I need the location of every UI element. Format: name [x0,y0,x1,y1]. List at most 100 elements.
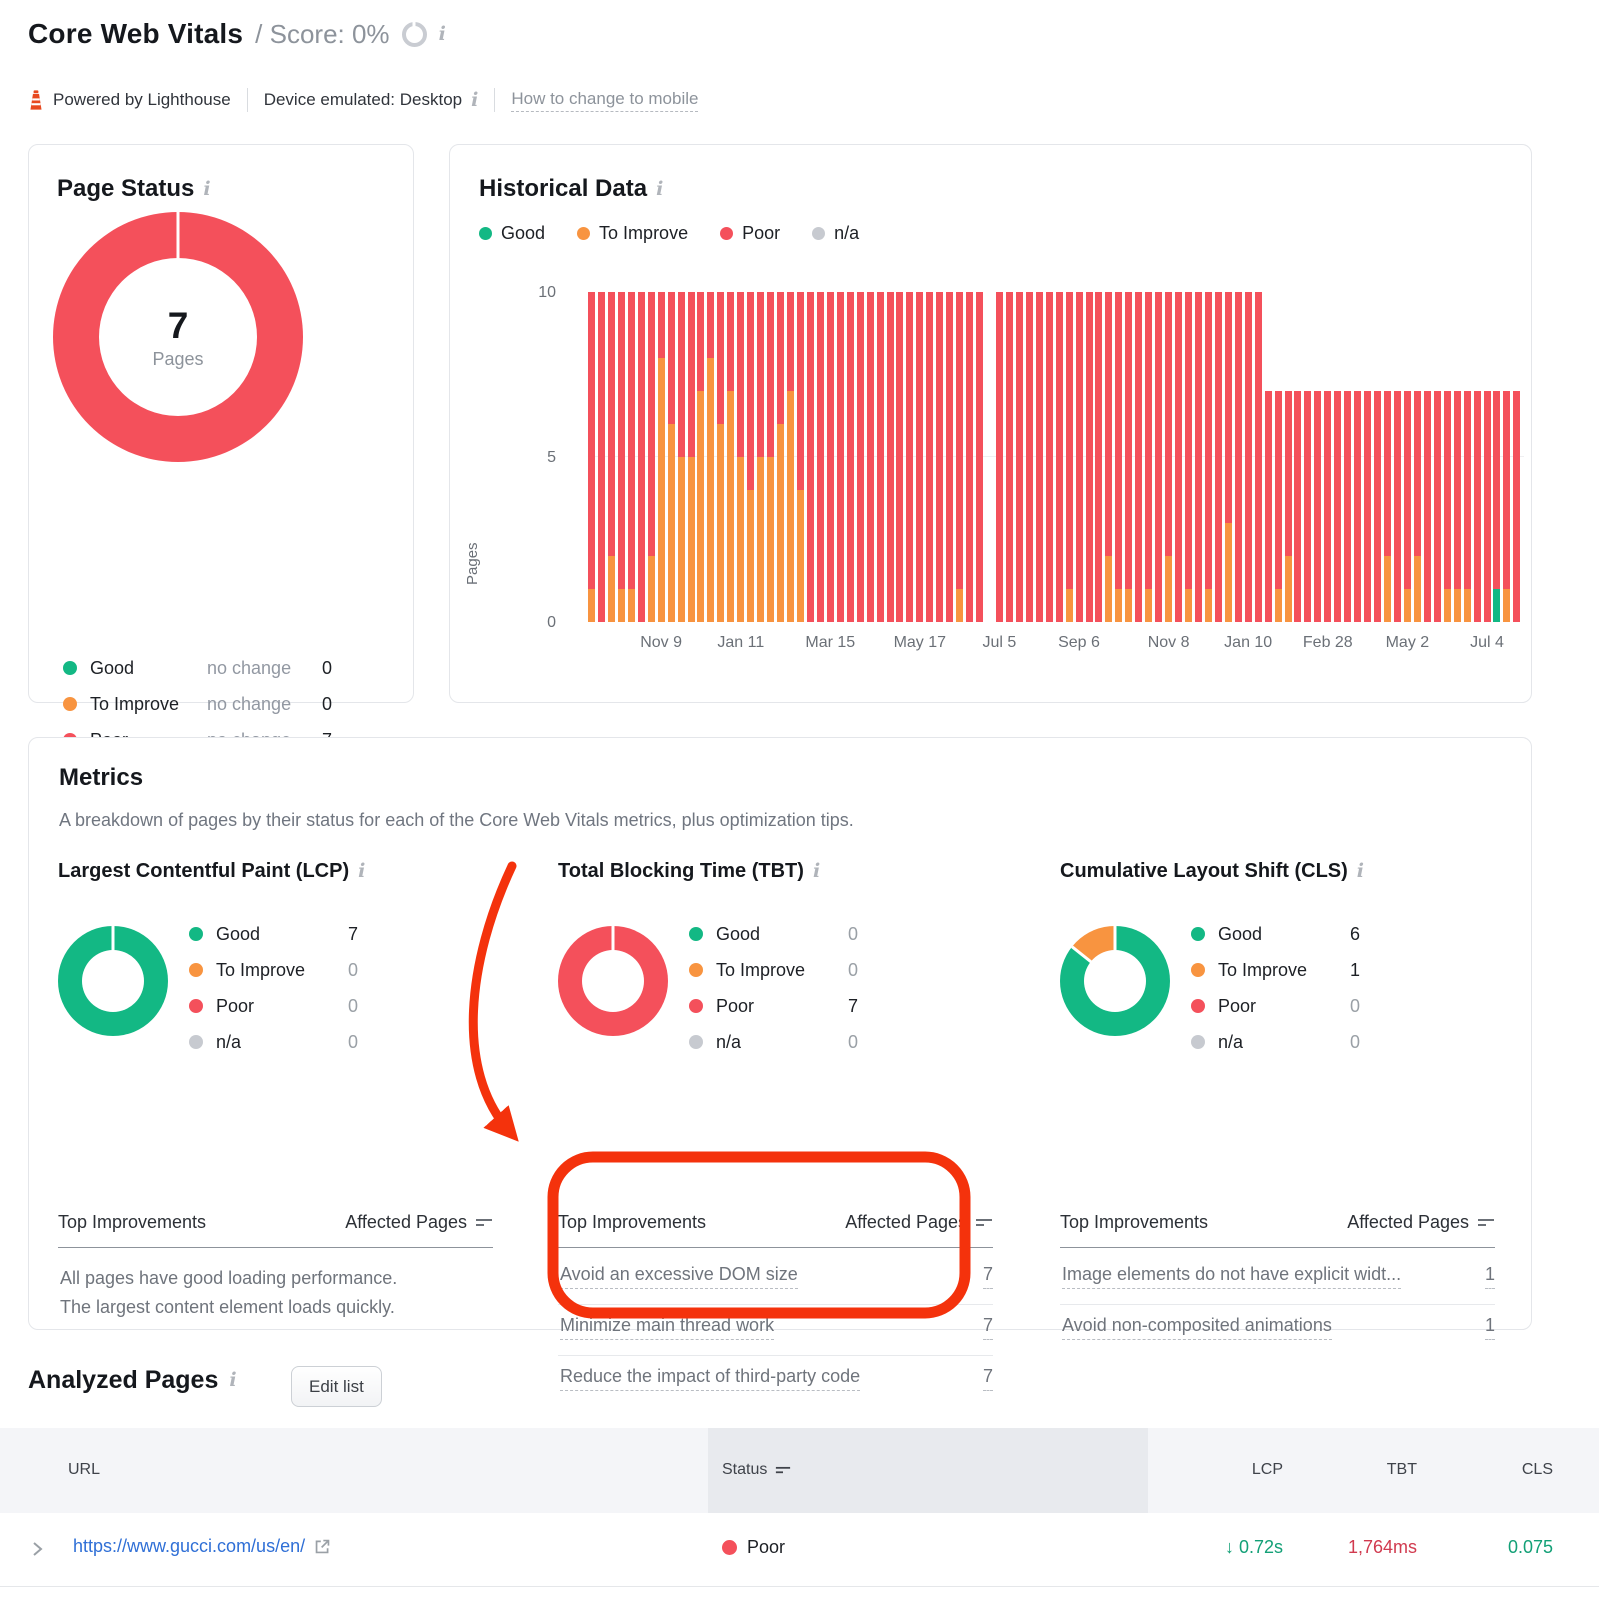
good-dot-icon [689,927,703,941]
table-header: URL Status LCP TBT CLS [0,1428,1599,1513]
metrics-subtitle: A breakdown of pages by their status for… [59,810,854,831]
improvement-row: Image elements do not have explicit widt… [1062,1264,1495,1289]
page-url-link[interactable]: https://www.gucci.com/us/en/ [73,1536,331,1557]
legend-row-na: n/a0 [1191,1024,1491,1060]
y-axis-label: Pages [464,542,481,585]
improvement-row: Minimize main thread work 7 [560,1315,993,1340]
page-status-total-label: Pages [152,349,203,370]
powered-by: Powered by Lighthouse [28,90,231,110]
poor-dot-icon [189,999,203,1013]
sort-icon[interactable] [1477,1216,1495,1230]
info-icon[interactable]: i [813,862,820,881]
na-dot-icon [812,227,825,240]
tbt-donut-chart [558,926,668,1036]
column-header-status[interactable]: Status [722,1461,791,1479]
expand-chevron-icon[interactable] [30,1539,44,1559]
improvement-link[interactable]: Minimize main thread work [560,1315,774,1340]
good-dot-icon [63,661,77,675]
column-header-tbt[interactable]: TBT [1387,1461,1417,1479]
historical-xaxis: Nov 9Jan 11Mar 15May 17Jul 5Sep 6Nov 8Ja… [588,634,1524,658]
to-improve-dot-icon [689,963,703,977]
legend-row-poor: Poor0 [1191,988,1491,1024]
page-title: Core Web Vitals [28,18,243,50]
info-icon[interactable]: i [656,180,663,199]
poor-dot-icon [1191,999,1205,1013]
external-link-icon[interactable] [314,1538,331,1555]
analyzed-pages-title: Analyzed Pages i [28,1366,237,1395]
y-tick-10: 10 [514,284,556,302]
improvement-link[interactable]: Avoid an excessive DOM size [560,1264,798,1289]
info-icon[interactable]: i [1357,862,1364,881]
divider [558,1355,993,1356]
down-arrow-icon: ↓ [1225,1537,1239,1557]
legend-row-na: n/a0 [689,1024,989,1060]
info-icon[interactable]: i [439,25,446,44]
metrics-title: Metrics [59,764,143,792]
legend-row-to-improve: To Improve no change 0 [63,686,383,722]
affected-pages-count[interactable]: 7 [983,1315,993,1340]
poor-dot-icon [689,999,703,1013]
poor-dot-icon [720,227,733,240]
page-status-total: 7 [168,305,189,347]
cls-legend: Good6 To Improve1 Poor0 n/a0 [1191,916,1491,1060]
metrics-card: Metrics A breakdown of pages by their st… [28,737,1532,1330]
improvement-link[interactable]: Reduce the impact of third-party code [560,1366,860,1391]
info-icon[interactable]: i [203,180,210,199]
legend-to-improve: To Improve [577,223,688,244]
lcp-empty-state: All pages have good loading performance.… [60,1264,397,1322]
tbt-title: Total Blocking Time (TBT)i [558,860,998,883]
table-row[interactable]: https://www.gucci.com/us/en/ Poor ↓ 0.72… [0,1513,1599,1587]
tbt-value: 1,764ms [1348,1537,1417,1558]
legend-row-to-improve: To Improve1 [1191,952,1491,988]
divider [247,88,248,112]
improvement-link[interactable]: Avoid non-composited animations [1062,1315,1332,1340]
affected-pages-count[interactable]: 1 [1485,1264,1495,1289]
tbt-column: Total Blocking Time (TBT)i Good0 To Impr… [558,860,998,1300]
tbt-improvements-header: Top Improvements Affected Pages [558,1212,993,1248]
lighthouse-icon [28,90,44,110]
lcp-improvements-header: Top Improvements Affected Pages [58,1212,493,1248]
legend-row-poor: Poor7 [689,988,989,1024]
legend-poor: Poor [720,223,780,244]
sort-icon[interactable] [975,1216,993,1230]
edit-list-button[interactable]: Edit list [291,1366,382,1407]
good-dot-icon [1191,927,1205,941]
device-emulated: Device emulated: Desktop i [264,90,479,110]
cls-improvements-header: Top Improvements Affected Pages [1060,1212,1495,1248]
affected-pages-count[interactable]: 7 [983,1264,993,1289]
lcp-value: ↓ 0.72s [1225,1537,1283,1558]
info-icon[interactable]: i [358,862,365,881]
legend-row-good: Good6 [1191,916,1491,952]
na-dot-icon [189,1035,203,1049]
y-tick-0: 0 [514,614,556,632]
legend-na: n/a [812,223,859,244]
good-dot-icon [479,227,492,240]
legend-row-good: Good no change 0 [63,650,383,686]
cls-value: 0.075 [1508,1537,1553,1558]
lcp-donut-chart [58,926,168,1036]
divider [494,88,495,112]
column-header-cls[interactable]: CLS [1522,1461,1553,1479]
divider [558,1304,993,1305]
page-status-donut-chart: 7 Pages [53,212,303,462]
improvement-row: Avoid non-composited animations 1 [1062,1315,1495,1340]
info-icon[interactable]: i [229,1371,236,1390]
historical-plot[interactable] [588,292,1524,622]
column-header-lcp[interactable]: LCP [1252,1461,1283,1479]
improvement-row: Reduce the impact of third-party code 7 [560,1366,993,1391]
legend-row-to-improve: To Improve0 [689,952,989,988]
cls-title: Cumulative Layout Shift (CLS)i [1060,860,1500,883]
info-icon[interactable]: i [471,91,478,110]
change-to-mobile-link[interactable]: How to change to mobile [511,89,698,112]
affected-pages-count[interactable]: 7 [983,1366,993,1391]
legend-good: Good [479,223,545,244]
historical-data-card: Historical Data i Good To Improve Poor n… [449,144,1532,703]
page-status-title: Page Status i [57,175,211,203]
lcp-legend: Good7 To Improve0 Poor0 n/a0 [189,916,489,1060]
sort-icon[interactable] [475,1216,493,1230]
improvement-link[interactable]: Image elements do not have explicit widt… [1062,1264,1401,1289]
affected-pages-count[interactable]: 1 [1485,1315,1495,1340]
lcp-title: Largest Contentful Paint (LCP)i [58,860,498,883]
lcp-column: Largest Contentful Paint (LCP)i Good7 To… [58,860,498,1300]
to-improve-dot-icon [577,227,590,240]
